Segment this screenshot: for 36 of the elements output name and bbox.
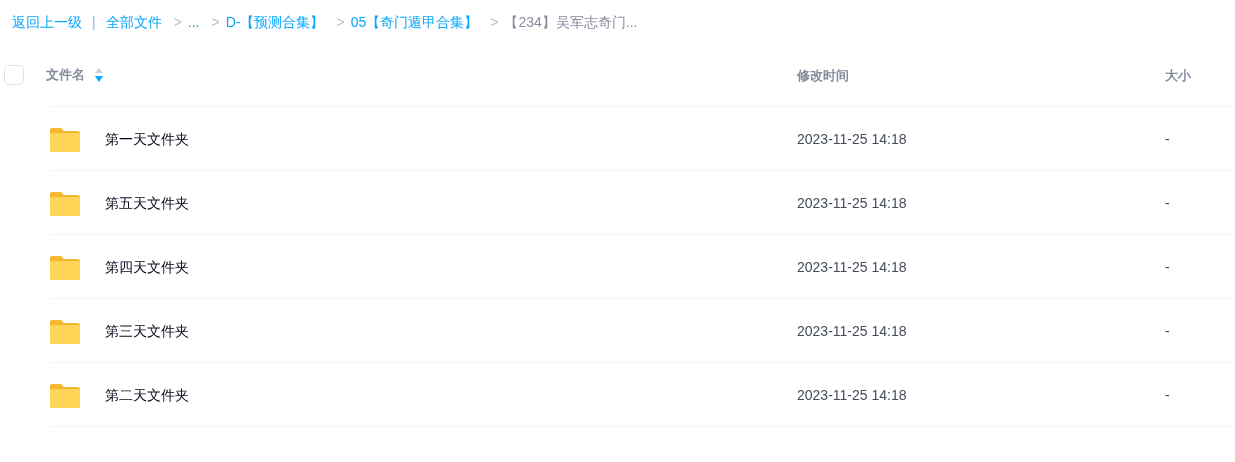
folder-icon [50,125,80,152]
file-name[interactable]: 第三天文件夹 [105,322,189,339]
breadcrumb-separator: > [173,12,182,32]
modified-time: 2023-11-25 14:18 [797,194,907,211]
modified-time: 2023-11-25 14:18 [797,258,907,275]
modified-time: 2023-11-25 14:18 [797,130,907,147]
breadcrumb-item[interactable]: D-【预测合集】 [225,11,325,33]
column-header[interactable]: 大小 [1165,68,1191,83]
file-size: - [1165,130,1170,147]
back-link[interactable]: 返回上一级 [12,11,82,33]
file-name[interactable]: 第五天文件夹 [105,194,189,211]
breadcrumb-item[interactable]: ... [187,11,200,33]
select-all-checkbox[interactable] [4,65,24,85]
file-size: - [1165,386,1170,403]
file-size: - [1165,322,1170,339]
sort-icon[interactable] [95,68,103,82]
breadcrumb-item[interactable]: 【234】吴军志奇门... [504,11,638,33]
breadcrumb-divider: | [92,12,96,32]
file-name[interactable]: 第一天文件夹 [105,130,189,147]
column-header[interactable]: 文件名 [46,65,85,85]
breadcrumb-separator: > [336,12,345,32]
file-size: - [1165,194,1170,211]
breadcrumb-separator: > [490,12,499,32]
breadcrumb-item[interactable]: 全部文件 [105,11,162,33]
folder-icon [50,189,80,216]
modified-time: 2023-11-25 14:18 [797,386,907,403]
file-name[interactable]: 第四天文件夹 [105,258,189,275]
folder-icon [50,317,80,344]
folder-icon [50,381,80,408]
modified-time: 2023-11-25 14:18 [797,322,907,339]
column-header[interactable]: 修改时间 [797,68,849,83]
breadcrumb-separator: > [211,12,220,32]
file-name[interactable]: 第二天文件夹 [105,386,189,403]
breadcrumb-item[interactable]: 05【奇门遁甲合集】 [350,11,479,33]
folder-icon [50,253,80,280]
file-size: - [1165,258,1170,275]
